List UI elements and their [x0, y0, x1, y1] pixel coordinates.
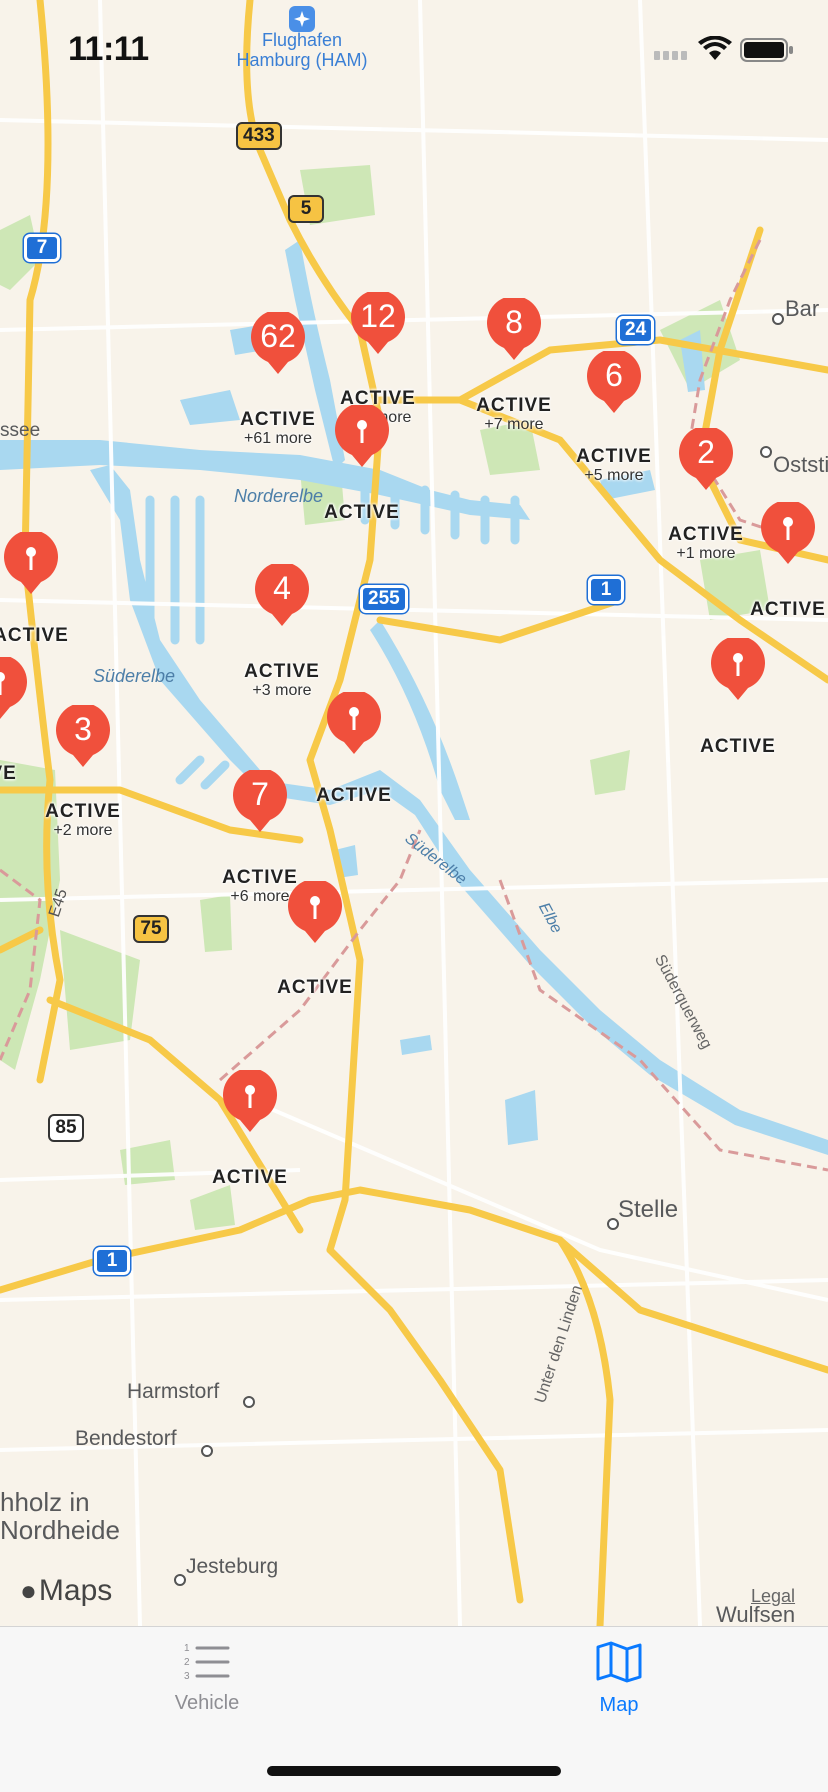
marker-label: ACTIVE [750, 599, 826, 621]
cluster-pin-icon[interactable]: 3 [55, 705, 111, 769]
road-badge-433: 433 [236, 122, 282, 150]
marker-label: ACTIVE [700, 736, 776, 758]
marker-label: ACTIVE +1 more [668, 524, 744, 563]
marker-status: ACTIVE [700, 736, 776, 757]
cluster-count: 3 [74, 711, 92, 747]
road-badge-24: 24 [617, 316, 655, 344]
cluster-count: 12 [360, 298, 396, 334]
marker-more-count: +7 more [484, 416, 544, 433]
location-pin-icon[interactable] [710, 638, 766, 702]
place-label-buchholz: hholz in Nordheide [0, 1487, 120, 1545]
cluster-pin-icon[interactable]: 6 [586, 351, 642, 415]
cluster-count: 4 [273, 570, 291, 606]
marker-label: ACTIVE [324, 502, 400, 524]
location-pin-icon[interactable] [334, 405, 390, 469]
marker-status: ACTIVE [476, 395, 552, 416]
marker-label: ACTIVE +61 more [240, 409, 316, 448]
wifi-icon [698, 35, 732, 67]
cluster-count: 2 [697, 434, 715, 470]
marker-label: ACTIVE [316, 785, 392, 807]
marker-label: ACTIVE +5 more [576, 446, 652, 485]
marker-status: ACTIVE [244, 661, 320, 682]
svg-text:2: 2 [184, 1657, 190, 1668]
location-pin-icon[interactable] [3, 532, 59, 596]
airport-label: Flughafen Hamburg (HAM) [236, 30, 368, 70]
cluster-pin-icon[interactable]: 62 [250, 312, 306, 376]
tab-map[interactable]: Map [519, 1641, 719, 1717]
place-label-jesteburg: Jesteburg [186, 1555, 279, 1578]
apple-logo-icon: ● [20, 1575, 37, 1606]
status-bar-time: 11:11 [68, 30, 149, 68]
map-view[interactable]: Flughafen Hamburg (HAM) Bar ssee Oststi … [0, 0, 828, 1626]
cluster-pin-icon[interactable]: 7 [232, 770, 288, 834]
road-badge-85: 85 [48, 1114, 84, 1142]
marker-more-count: +61 more [243, 430, 313, 447]
maps-attribution-text: Maps [38, 1574, 113, 1607]
marker-status: ACTIVE [576, 446, 652, 467]
cluster-count: 62 [260, 318, 296, 354]
marker-more-count: +2 more [53, 822, 113, 839]
marker-status: ACTIVE [212, 1167, 288, 1188]
place-label-stelle: Stelle [618, 1196, 679, 1223]
marker-status: ACTIVE [240, 409, 316, 430]
legal-link[interactable]: Legal [751, 1586, 795, 1607]
marker-label: ACTIVE +7 more [476, 395, 552, 434]
marker-more-count: +5 more [584, 467, 644, 484]
marker-status: ACTIVE [277, 977, 353, 998]
place-label-oststeinbek: Oststi [773, 452, 828, 477]
battery-icon [740, 38, 794, 67]
marker-status: ACTIVE [668, 524, 744, 545]
map-icon [596, 1641, 642, 1683]
road-badge-5: 5 [288, 195, 324, 223]
marker-status: ACTIVE [316, 785, 392, 806]
cluster-pin-icon[interactable]: 2 [678, 428, 734, 492]
home-indicator [267, 1766, 561, 1776]
road-badge-1-east: 1 [588, 576, 624, 604]
svg-text:3: 3 [184, 1671, 190, 1681]
road-badge-1-south: 1 [94, 1247, 130, 1275]
marker-label: ACTIVE [212, 1167, 288, 1189]
road-badge-75: 75 [133, 915, 169, 943]
location-pin-icon[interactable] [760, 502, 816, 566]
marker-label: ACTIVE [0, 625, 69, 647]
road-badge-255: 255 [360, 585, 408, 613]
marker-label: ACTIVE +2 more [45, 801, 121, 840]
tab-vehicle-label: Vehicle [174, 1692, 240, 1714]
marker-status: ACTIVE [750, 599, 826, 620]
place-label-ossee: ssee [0, 420, 41, 441]
apple-maps-attribution[interactable]: ●Maps [20, 1574, 112, 1608]
marker-status: IVE [0, 763, 17, 784]
cluster-pin-icon[interactable]: 8 [486, 298, 542, 362]
place-label-bendestorf: Bendestorf [75, 1427, 177, 1450]
numbered-list-icon: 1 2 3 [184, 1643, 230, 1682]
cellular-signal-icon [654, 46, 690, 65]
water-label-norderelbe: Norderelbe [234, 486, 324, 506]
marker-status: ACTIVE [45, 801, 121, 822]
location-pin-icon[interactable] [326, 692, 382, 756]
marker-more-count: +3 more [252, 682, 312, 699]
marker-status: ACTIVE [324, 502, 400, 523]
marker-label: IVE [0, 763, 17, 785]
place-label-bar: Bar [785, 296, 820, 321]
marker-label: ACTIVE [277, 977, 353, 999]
svg-text:1: 1 [184, 1643, 190, 1654]
marker-label: ACTIVE +3 more [244, 661, 320, 700]
place-label-harmstorf: Harmstorf [127, 1380, 220, 1403]
cluster-count: 8 [505, 304, 523, 340]
tab-map-label: Map [599, 1694, 639, 1716]
location-pin-icon[interactable] [222, 1070, 278, 1134]
road-badge-7: 7 [24, 234, 60, 262]
cluster-pin-icon[interactable]: 4 [254, 564, 310, 628]
marker-more-count: +1 more [676, 545, 736, 562]
location-pin-icon[interactable] [287, 881, 343, 945]
location-pin-icon[interactable] [0, 657, 28, 721]
cluster-count: 6 [605, 357, 623, 393]
tab-vehicle[interactable]: 1 2 3 Vehicle [107, 1641, 307, 1715]
marker-status: ACTIVE [0, 625, 69, 646]
cluster-pin-icon[interactable]: 12 [350, 292, 406, 356]
map-base-layer [0, 0, 828, 1626]
water-label-suederelbe-west: Süderelbe [93, 666, 176, 686]
cluster-count: 7 [251, 776, 269, 812]
map-screen: Flughafen Hamburg (HAM) Bar ssee Oststi … [0, 0, 828, 1792]
